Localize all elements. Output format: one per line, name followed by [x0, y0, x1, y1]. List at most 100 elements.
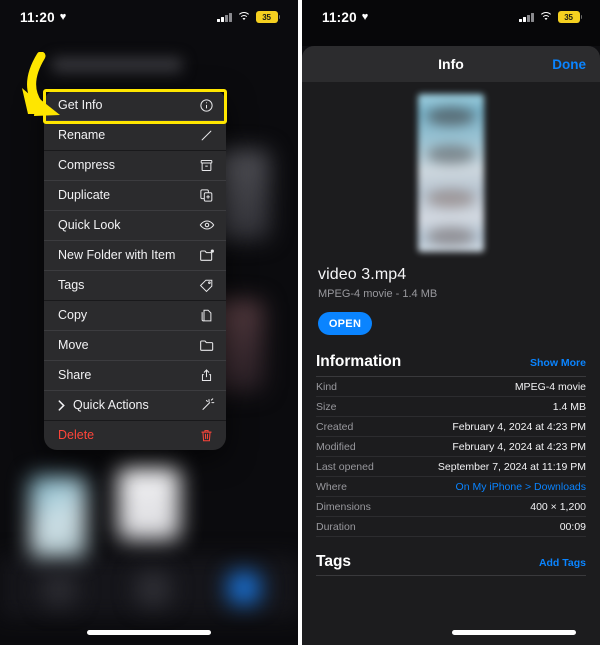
menu-item-delete[interactable]: Delete — [44, 420, 226, 450]
table-row: Kind MPEG-4 movie — [316, 377, 586, 397]
table-row: Dimensions 400 × 1,200 — [316, 497, 586, 517]
menu-item-label: Move — [58, 337, 89, 352]
row-key: Duration — [316, 520, 356, 533]
table-row: Last opened September 7, 2024 at 11:19 P… — [316, 457, 586, 477]
information-header: Information Show More — [316, 353, 586, 376]
row-key: Dimensions — [316, 500, 371, 513]
cellular-signal-icon — [519, 12, 534, 22]
table-row: Size 1.4 MB — [316, 397, 586, 417]
archive-box-icon — [198, 157, 215, 174]
menu-item-duplicate[interactable]: Duplicate — [44, 180, 226, 210]
thumbnail-container — [302, 82, 600, 252]
row-key: Modified — [316, 440, 356, 453]
home-indicator — [87, 630, 211, 635]
tags-section: Tags Add Tags — [302, 553, 600, 576]
show-more-button[interactable]: Show More — [530, 357, 586, 369]
status-bar: 11:20 ♥ 35 — [302, 0, 600, 34]
eye-icon — [198, 217, 215, 234]
status-bar: 11:20 ♥ 35 — [0, 0, 298, 34]
tags-header: Tags Add Tags — [316, 553, 586, 575]
menu-item-label: Get Info — [58, 97, 103, 112]
left-phone-screen: 11:20 ♥ 35 Get Info Rename Compress Dupl… — [0, 0, 298, 645]
row-value: 400 × 1,200 — [530, 500, 586, 513]
menu-item-tags[interactable]: Tags — [44, 270, 226, 300]
video-thumbnail[interactable] — [418, 94, 484, 252]
menu-item-new-folder-with-item[interactable]: New Folder with Item — [44, 240, 226, 270]
file-name: video 3.mp4 — [318, 266, 407, 283]
row-value: February 4, 2024 at 4:23 PM — [452, 420, 586, 433]
menu-item-copy[interactable]: Copy — [44, 300, 226, 330]
right-phone-screen: Info Done video 3.mp4 MPEG-4 movie - 1.4… — [302, 0, 600, 645]
menu-item-move[interactable]: Move — [44, 330, 226, 360]
menu-item-label: Share — [58, 367, 92, 382]
home-indicator — [452, 630, 576, 635]
row-value: September 7, 2024 at 11:19 PM — [437, 460, 586, 473]
trash-icon — [198, 427, 215, 444]
row-key: Created — [316, 420, 354, 433]
row-value: 00:09 — [559, 520, 586, 533]
open-button[interactable]: OPEN — [318, 312, 372, 335]
blurred-file-thumb — [42, 572, 76, 606]
blurred-header-text — [52, 58, 182, 72]
menu-item-share[interactable]: Share — [44, 360, 226, 390]
blurred-file-thumb — [118, 466, 180, 540]
menu-item-rename[interactable]: Rename — [44, 120, 226, 150]
menu-item-label: Quick Look — [58, 217, 121, 232]
menu-item-label: Duplicate — [58, 187, 111, 202]
status-bar-right: 35 — [217, 11, 280, 23]
share-icon — [198, 367, 215, 384]
clock: 11:20 — [20, 9, 55, 25]
menu-item-label: Tags — [58, 277, 85, 292]
copy-icon — [198, 307, 215, 324]
battery-percent-label: 35 — [564, 12, 573, 22]
chevron-right-icon — [58, 399, 68, 411]
sheet-header: Info Done — [302, 46, 600, 82]
menu-item-get-info[interactable]: Get Info — [44, 90, 226, 120]
table-row[interactable]: Where On My iPhone > Downloads — [316, 477, 586, 497]
blurred-file-thumb — [30, 476, 86, 558]
sheet-card: Info Done video 3.mp4 MPEG-4 movie - 1.4… — [302, 46, 600, 645]
table-row: Modified February 4, 2024 at 4:23 PM — [316, 437, 586, 457]
screenshot-stage: 11:20 ♥ 35 Get Info Rename Compress Dupl… — [0, 0, 600, 645]
info-circle-icon — [198, 97, 215, 114]
divider — [316, 575, 586, 576]
battery-indicator: 35 — [255, 11, 280, 23]
add-tags-button[interactable]: Add Tags — [539, 557, 586, 569]
magic-wand-icon — [198, 397, 215, 414]
menu-item-label: Quick Actions — [73, 397, 149, 412]
info-sheet: Info Done video 3.mp4 MPEG-4 movie - 1.4… — [302, 0, 600, 645]
menu-item-quick-actions[interactable]: Quick Actions — [44, 390, 226, 420]
row-value: MPEG-4 movie — [514, 380, 586, 393]
menu-item-quick-look[interactable]: Quick Look — [44, 210, 226, 240]
row-value: 1.4 MB — [552, 400, 586, 413]
row-key: Size — [316, 400, 337, 413]
context-menu[interactable]: Get Info Rename Compress Duplicate Quick… — [44, 90, 226, 450]
row-value: February 4, 2024 at 4:23 PM — [452, 440, 586, 453]
status-bar-right: 35 — [519, 11, 582, 23]
duplicate-icon — [198, 187, 215, 204]
folder-icon — [198, 337, 215, 354]
information-section: Information Show More Kind MPEG-4 movie … — [302, 353, 600, 537]
pencil-icon — [198, 127, 215, 144]
wifi-icon — [236, 12, 251, 22]
done-button[interactable]: Done — [552, 57, 586, 72]
battery-indicator: 35 — [557, 11, 582, 23]
blurred-file-thumb — [136, 572, 170, 606]
menu-item-compress[interactable]: Compress — [44, 150, 226, 180]
blurred-file-thumb — [228, 572, 260, 604]
sheet-title: Info — [438, 56, 464, 72]
row-key: Last opened — [316, 460, 374, 473]
table-row: Created February 4, 2024 at 4:23 PM — [316, 417, 586, 437]
wifi-icon — [538, 12, 553, 22]
battery-percent-label: 35 — [262, 12, 271, 22]
section-title: Tags — [316, 553, 352, 570]
table-row: Duration 00:09 — [316, 517, 586, 537]
section-title: Information — [316, 353, 402, 370]
row-value-link[interactable]: On My iPhone > Downloads — [456, 481, 586, 493]
status-bar-left: 11:20 ♥ — [322, 10, 368, 25]
menu-item-label: Delete — [58, 427, 95, 442]
row-key: Kind — [316, 380, 338, 393]
cellular-signal-icon — [217, 12, 232, 22]
heart-icon: ♥ — [59, 10, 67, 23]
heart-icon: ♥ — [361, 10, 369, 23]
